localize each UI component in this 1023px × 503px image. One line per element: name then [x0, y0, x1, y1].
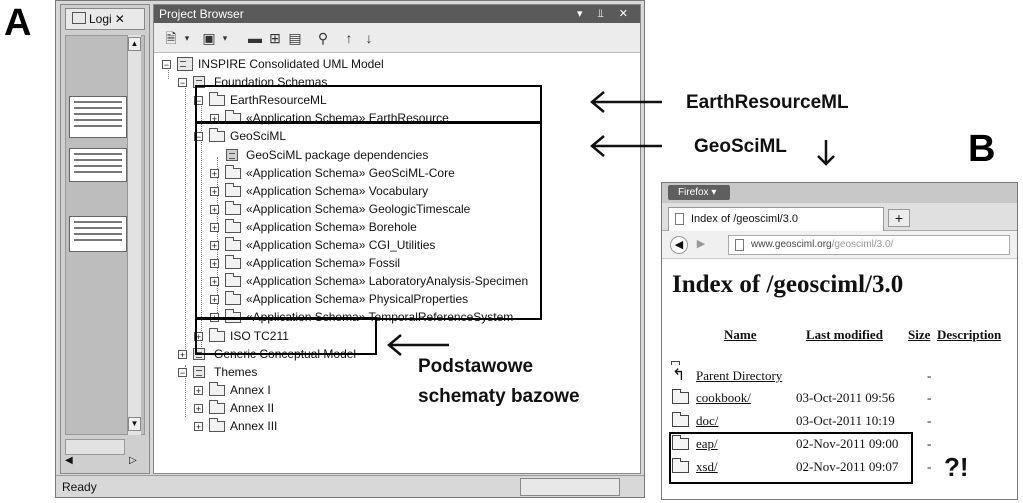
expand-icon[interactable]: + [194, 422, 203, 432]
folder-icon [672, 412, 689, 427]
tree-item-label: Annex III [230, 419, 278, 433]
last-modified-cell: 03-Oct-2011 09:56 [796, 390, 895, 405]
table-row: cookbook/03-Oct-2011 09:56 - [672, 387, 1017, 409]
new-tab-button[interactable]: + [888, 209, 910, 227]
firefox-tabbar: Index of /geosciml/3.0 + [662, 203, 1017, 231]
scroll-down-icon[interactable]: ▼ [128, 417, 141, 431]
directory-link[interactable]: doc/ [696, 410, 718, 432]
project-browser-toolbar: 🗎 ▾ ▣ ▾ ▬ ⊞ ▤ ⚲ ↑ ↓ [154, 23, 640, 53]
panel-label-b: B [968, 128, 996, 170]
tree-item-label: Annex II [230, 400, 275, 415]
navigator-tab[interactable]: Logi ✕ [65, 8, 145, 30]
question-annotation: ?! [944, 452, 969, 482]
earthresourceml-highlight-box [195, 85, 542, 123]
panel-label-a: A [4, 2, 32, 44]
status-panel [520, 478, 620, 496]
scroll-right-icon[interactable]: ▷ [129, 455, 137, 466]
column-header-last-modified[interactable]: Last modified [806, 327, 883, 343]
expand-icon[interactable]: + [194, 403, 203, 413]
horizontal-scrollbar[interactable] [65, 439, 125, 455]
new-package-icon[interactable]: ▬ [246, 29, 264, 47]
collapse-icon[interactable]: − [178, 78, 187, 88]
navigator-scrollbar[interactable]: ▲ ▼ [127, 35, 141, 435]
size-cell: - [927, 436, 932, 451]
url-bar[interactable]: www.geosciml.org/geosciml/3.0/ [728, 235, 1010, 255]
directory-link[interactable]: Parent Directory [696, 365, 782, 387]
chevron-down-icon[interactable]: ▾ [216, 29, 234, 47]
size-cell: - [927, 459, 932, 474]
base-schemas-highlight-box [195, 317, 377, 355]
size-cell: - [927, 390, 932, 405]
page-icon [675, 213, 684, 225]
diagram-thumbnail[interactable] [69, 96, 127, 138]
base-schemas-annotation-line2: schematy bazowe [418, 386, 580, 407]
scroll-left-icon[interactable]: ◀ [65, 455, 73, 466]
left-arrow-icon [590, 135, 662, 157]
base-schemas-annotation-line1: Podstawowe [418, 356, 534, 377]
page-title: Index of /geosciml/3.0 [672, 271, 904, 298]
folder-icon [672, 389, 689, 404]
new-view-icon[interactable]: ⊞ [266, 29, 284, 47]
back-arrow-icon[interactable]: ◀ [670, 236, 688, 254]
url-domain: www.geosciml.org [751, 239, 832, 250]
parent-directory-icon: ↰ [671, 361, 689, 384]
last-modified-cell: 03-Oct-2011 10:19 [796, 413, 895, 428]
expand-icon[interactable]: + [178, 349, 187, 359]
scroll-up-icon[interactable]: ▲ [128, 37, 141, 51]
page-icon [735, 239, 744, 251]
eap-xsd-highlight-box [669, 432, 913, 484]
size-cell: - [927, 413, 932, 428]
collapse-icon[interactable]: − [162, 60, 171, 70]
folder-icon [209, 381, 225, 396]
column-header-name[interactable]: Name [724, 327, 757, 343]
forward-arrow-icon[interactable]: ▶ [692, 236, 710, 254]
diagram-navigator-pane: Logi ✕ ▲ ▼ ◀ ▷ [60, 4, 150, 474]
diagram-thumbnail[interactable] [69, 216, 127, 252]
browser-tab[interactable]: Index of /geosciml/3.0 [668, 207, 884, 231]
tree-item-label: Themes [214, 364, 258, 379]
navigation-bar: ◀ ▶ www.geosciml.org/geosciml/3.0/ [662, 231, 1017, 259]
earthresourceml-annotation: EarthResourceML [686, 92, 849, 113]
close-icon[interactable]: ✕ [115, 12, 125, 26]
navigator-tab-label: Logi [89, 12, 112, 26]
tree-icon [72, 12, 86, 24]
status-text: Ready [62, 480, 97, 494]
url-path: /geosciml/3.0/ [831, 239, 894, 250]
chevron-down-icon[interactable]: ▾ [178, 29, 196, 47]
table-row: ↰ Parent Directory - [671, 361, 1017, 387]
directory-link[interactable]: cookbook/ [696, 387, 751, 409]
folder-icon [209, 399, 225, 414]
tree-item-label: INSPIRE Consolidated UML Model [198, 57, 384, 71]
move-up-icon[interactable]: ↑ [340, 29, 358, 47]
project-browser-title: Project Browser [154, 5, 640, 23]
size-cell: - [927, 368, 932, 383]
left-arrow-icon [590, 91, 662, 113]
folder-icon [209, 418, 225, 432]
expand-icon[interactable]: + [194, 385, 203, 395]
firefox-menu-button[interactable]: Firefox ▾ [668, 185, 730, 200]
annotation-arrows [590, 91, 662, 157]
move-down-icon[interactable]: ↓ [360, 29, 378, 47]
properties-icon[interactable]: ▤ [286, 29, 304, 47]
model-icon [177, 57, 193, 71]
diagram-thumbnail[interactable] [69, 148, 127, 182]
window-controls[interactable]: ▾ ⫫ ✕ [577, 5, 634, 23]
package-icon [193, 365, 205, 378]
browser-tab-title: Index of /geosciml/3.0 [691, 213, 799, 225]
binoculars-icon[interactable]: ⚲ [314, 29, 332, 47]
geosciml-highlight-box [195, 122, 542, 320]
geosciml-annotation: GeoSciML [694, 136, 787, 157]
tree-item-label: Annex I [230, 382, 271, 397]
column-header-description[interactable]: Description [937, 327, 1001, 343]
table-row: doc/03-Oct-2011 10:19 - [672, 410, 1017, 432]
column-header-size[interactable]: Size [908, 327, 930, 343]
collapse-icon[interactable]: − [178, 367, 187, 377]
down-arrow-icon [817, 140, 835, 166]
